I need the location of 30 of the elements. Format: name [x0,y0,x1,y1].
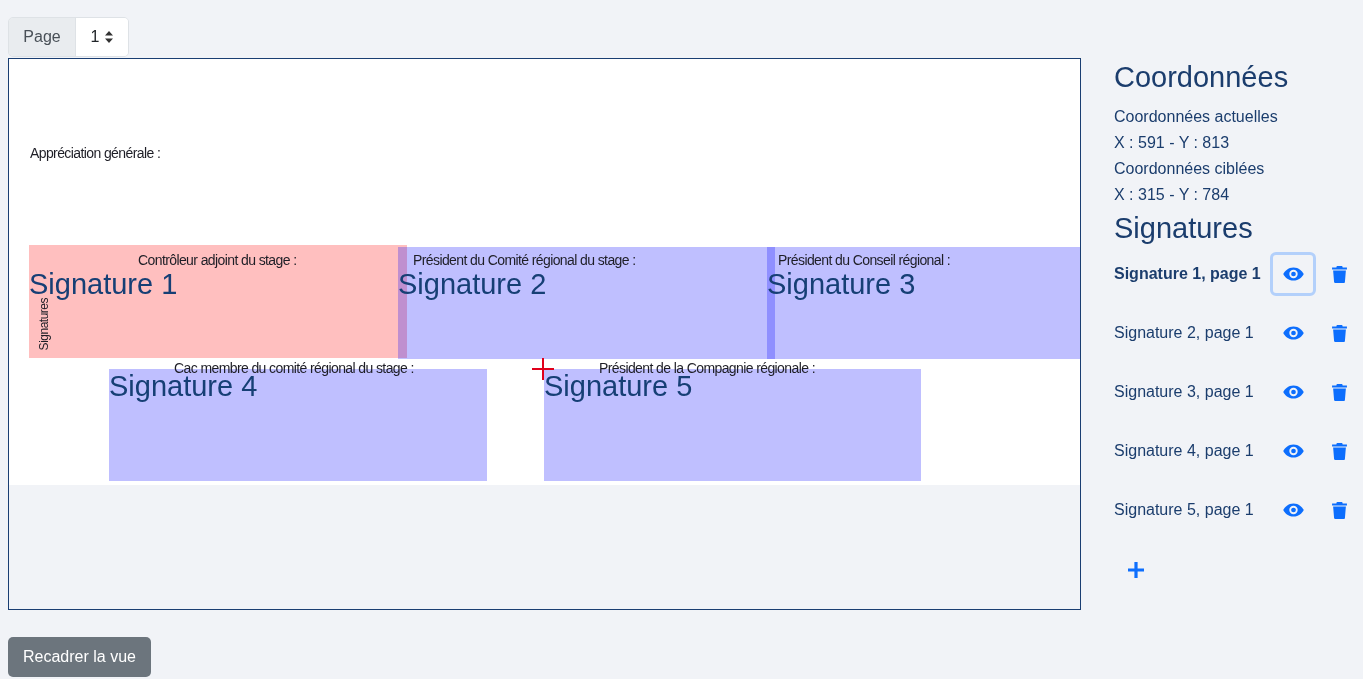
signature-label: Signature 1 [29,269,178,299]
plus-icon [1128,562,1144,578]
eye-icon [1282,267,1304,281]
trash-icon [1331,501,1347,519]
trash-icon [1331,324,1347,342]
eye-icon [1282,326,1304,340]
eye-icon [1282,385,1304,399]
signature-list-item[interactable]: Signature 3, page 1 [1114,383,1270,401]
trash-icon [1331,383,1347,401]
eye-icon [1282,444,1304,458]
document-text: Président du Comité régional du stage : [413,252,636,268]
signature-list-item[interactable]: Signature 2, page 1 [1114,324,1270,342]
section-heading: Signatures [1114,211,1254,245]
eye-icon [1282,503,1304,517]
trash-icon [1331,442,1347,460]
document-text: Contrôleur adjoint du stage : [138,252,297,268]
view-button[interactable] [1270,252,1316,296]
trash-icon [1331,265,1347,283]
document-text: Appréciation générale : [30,145,161,161]
section-heading: Coordonnées [1114,60,1290,94]
signature-list-item[interactable]: Signature 1, page 1 [1114,265,1270,283]
coordinates-label: Coordonnées ciblées [1114,159,1266,179]
coordinates-value: X : 591 - Y : 813 [1114,133,1231,153]
document-text: Signatures [37,298,51,351]
coordinates-value: X : 315 - Y : 784 [1114,185,1231,205]
signature-list-item[interactable]: Signature 4, page 1 [1114,442,1270,460]
signature-list-item[interactable]: Signature 5, page 1 [1114,501,1270,519]
document-text: Président du Conseil régional : [778,252,951,268]
recenter-view-button[interactable]: Recadrer la vue [8,637,151,677]
coordinates-label: Coordonnées actuelles [1114,107,1279,127]
